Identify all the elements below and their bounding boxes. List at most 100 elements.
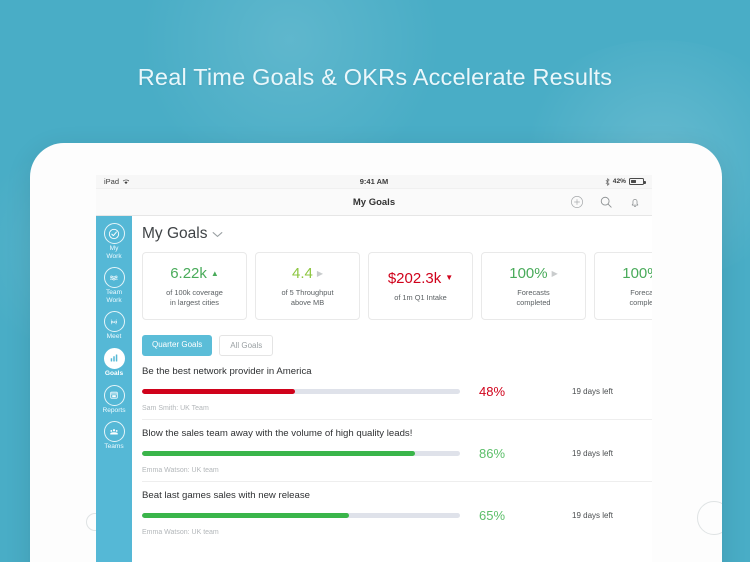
trend-down-icon: ▼ <box>445 273 454 283</box>
progress-bar-fill <box>142 388 295 395</box>
metric-card[interactable]: $202.3k ▼ of 1m Q1 Intake <box>368 252 473 320</box>
sidebar-label-line1: Teams <box>104 443 124 451</box>
battery-percent-label: 42% <box>612 178 626 185</box>
bar-chart-icon <box>103 347 125 369</box>
goal-owner: Sam Smith: UK Team <box>142 405 209 412</box>
metric-subtitle: Forecasts completed <box>629 288 652 307</box>
sidebar-item-team-work[interactable]: Team Work <box>96 267 132 304</box>
app-body: My Work Team Work Meet Goals Reports Tea… <box>96 216 652 562</box>
metric-card[interactable]: 6.22k ▲ of 100k coverage in largest citi… <box>142 252 247 320</box>
metric-card[interactable]: 100% ▶ Forecasts completed <box>594 252 652 320</box>
goal-filter-tabs: Quarter Goals All Goals <box>142 335 652 356</box>
goal-row[interactable]: Blow the sales team away with the volume… <box>142 428 652 482</box>
metric-subtitle: of 1m Q1 Intake <box>394 293 447 302</box>
metric-subtitle: Forecasts completed <box>516 288 550 307</box>
sidebar-item-teams[interactable]: Teams <box>96 421 132 451</box>
sidebar-label-line1: Meet <box>106 333 122 341</box>
metric-value-group: 4.4 ▶ <box>292 265 323 282</box>
sidebar-label-line1: Reports <box>102 406 126 414</box>
nav-title: My Goals <box>352 196 396 208</box>
progress-bar-track <box>142 512 460 519</box>
status-bar: iPad 9:41 AM 42% <box>96 175 652 189</box>
check-circle-icon <box>103 223 125 244</box>
metric-value-group: $202.3k ▼ <box>388 270 453 287</box>
progress-bar-track <box>142 450 460 457</box>
progress-bar-fill <box>142 450 416 457</box>
sidebar-label-line1: My <box>109 245 119 252</box>
goal-percent: 86% <box>478 446 506 461</box>
goal-progress-line: 86% 19 days left <box>142 446 640 461</box>
playbook-icon <box>103 311 125 333</box>
sidebar-label-line2: Work <box>106 296 122 304</box>
progress-bar-fill <box>142 512 349 519</box>
metric-subtitle-line2: completed <box>629 297 652 307</box>
metric-value-group: 100% ▶ <box>509 265 558 282</box>
app-nav-bar: My Goals <box>96 189 652 216</box>
tab-all-goals[interactable]: All Goals <box>219 335 274 356</box>
metric-value: 4.4 <box>291 265 313 283</box>
metric-subtitle-line2: completed <box>516 297 551 307</box>
waves-icon <box>103 267 125 289</box>
goal-progress-line: 65% 19 days left <box>142 508 640 523</box>
chevron-down-icon[interactable] <box>212 231 223 238</box>
sidebar-label-line1: Goals <box>104 369 124 377</box>
sidebar-item-meet[interactable]: Meet <box>96 311 132 341</box>
metric-value: 100% <box>509 265 548 283</box>
metric-card[interactable]: 100% ▶ Forecasts completed <box>481 252 586 320</box>
sidebar-label-line1: Team <box>105 289 123 297</box>
metric-subtitle: of 5 Throughput above MB <box>281 288 333 307</box>
goal-days-left: 19 days left <box>572 449 613 458</box>
goal-owner: Emma Watson: UK team <box>142 467 219 474</box>
metric-subtitle-line1: Forecasts <box>517 288 550 298</box>
goal-percent: 48% <box>478 384 506 399</box>
goal-progress-line: 48% 19 days left <box>142 384 640 399</box>
goal-days-left: 19 days left <box>572 511 613 520</box>
battery-icon <box>629 178 646 185</box>
metric-subtitle: of 100k coverage in largest cities <box>166 288 223 307</box>
metric-subtitle-line1: of 1m Q1 Intake <box>394 292 447 302</box>
goal-title: Beat last games sales with new release <box>142 490 310 501</box>
goal-title: Be the best network provider in America <box>142 366 312 377</box>
nav-actions <box>570 195 642 209</box>
page-headline: Real Time Goals & OKRs Accelerate Result… <box>137 64 613 90</box>
status-bar-time: 9:41 AM <box>359 177 389 186</box>
sidebar-item-my-work[interactable]: My Work <box>96 223 132 260</box>
metric-value-group: 6.22k ▲ <box>170 265 219 282</box>
metric-subtitle-line2: in largest cities <box>170 297 219 307</box>
status-bar-right: 42% <box>605 177 646 186</box>
sidebar-item-reports[interactable]: Reports <box>96 384 132 415</box>
add-circle-icon[interactable] <box>570 195 584 209</box>
sidebar-item-goals[interactable]: Goals <box>96 347 132 378</box>
bell-icon[interactable] <box>628 195 642 209</box>
main-content: My Goals 6.22k ▲ of 100k coverage in lar <box>132 216 652 562</box>
metric-value: 6.22k <box>170 265 207 283</box>
sidebar: My Work Team Work Meet Goals Reports Tea… <box>96 216 132 562</box>
sidebar-label-line2: Work <box>106 252 122 260</box>
metric-subtitle-line1: Forecasts <box>630 288 652 298</box>
metric-value-group: 100% ▶ <box>622 265 652 282</box>
metric-card[interactable]: 4.4 ▶ of 5 Throughput above MB <box>255 252 360 320</box>
ipad-screen: iPad 9:41 AM 42% My Goals My Work Team W… <box>96 175 652 562</box>
search-icon[interactable] <box>599 195 613 209</box>
goals-list: Be the best network provider in America … <box>142 366 652 543</box>
metric-value: $202.3k <box>387 269 442 287</box>
calendar-icon <box>103 384 125 406</box>
metric-subtitle-line1: of 100k coverage <box>166 288 223 298</box>
page-title: My Goals <box>142 225 208 242</box>
metric-subtitle-line1: of 5 Throughput <box>281 288 334 298</box>
trend-flat-icon: ▶ <box>316 268 323 278</box>
metric-cards: 6.22k ▲ of 100k coverage in largest citi… <box>142 252 652 320</box>
goal-days-left: 19 days left <box>572 387 613 396</box>
metric-value: 100% <box>622 265 652 283</box>
metric-subtitle-line2: above MB <box>290 297 325 307</box>
page-header: My Goals <box>142 225 652 243</box>
progress-bar-track <box>142 388 460 395</box>
goal-row[interactable]: Beat last games sales with new release 6… <box>142 490 652 543</box>
goal-row[interactable]: Be the best network provider in America … <box>142 366 652 420</box>
tab-quarter-goals[interactable]: Quarter Goals <box>142 335 213 356</box>
goal-title: Blow the sales team away with the volume… <box>142 428 413 439</box>
trend-flat-icon: ▶ <box>551 268 558 278</box>
home-button[interactable] <box>697 501 722 535</box>
goal-percent: 65% <box>478 508 506 523</box>
goal-owner: Emma Watson: UK team <box>142 529 219 536</box>
